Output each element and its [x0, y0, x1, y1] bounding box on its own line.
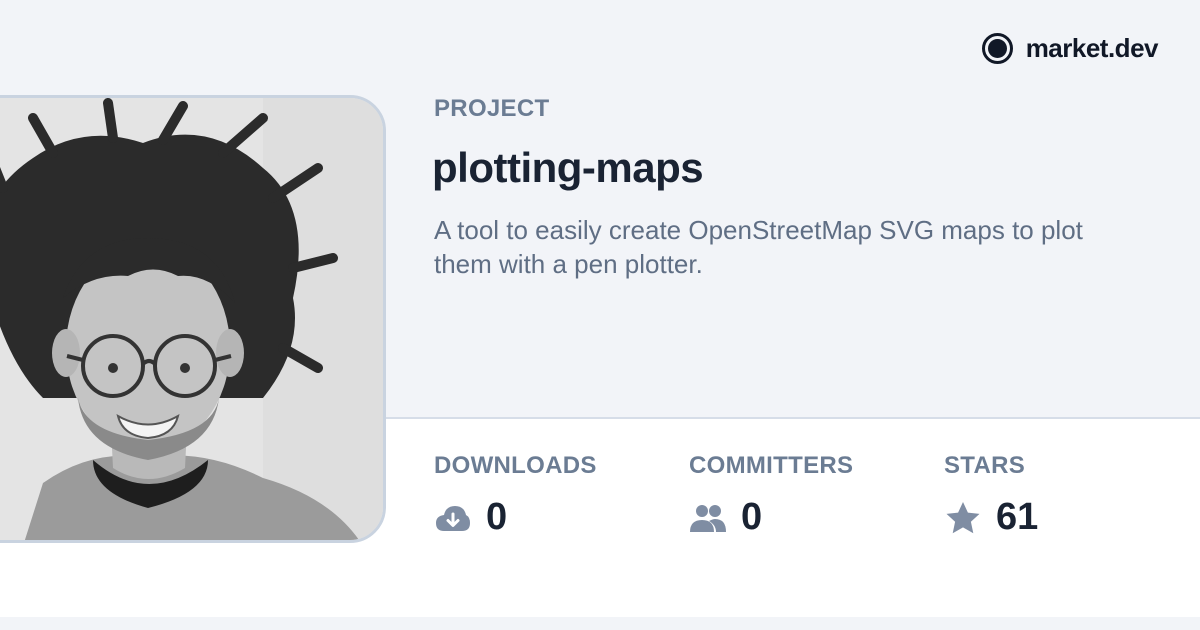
project-description: A tool to easily create OpenStreetMap SV…	[434, 215, 1083, 279]
stat-value: 0	[486, 496, 508, 538]
stat-stars: STARS 61	[944, 452, 1038, 539]
page-title: plotting-maps	[432, 144, 704, 191]
circle-logo-icon	[981, 33, 1013, 64]
stat-value: 61	[996, 496, 1039, 538]
section-label: PROJECT	[434, 95, 550, 122]
stat-label: COMMITTERS	[689, 452, 854, 479]
users-icon	[689, 499, 727, 537]
stat-label: DOWNLOADS	[434, 452, 597, 479]
avatar-photo	[0, 98, 383, 540]
cloud-download-icon	[434, 499, 472, 537]
star-icon	[944, 499, 982, 537]
stat-committers: COMMITTERS 0	[689, 452, 853, 539]
footer-strip	[0, 617, 1200, 630]
stat-label: STARS	[944, 452, 1026, 479]
avatar	[0, 95, 386, 543]
brand[interactable]: market.dev	[981, 33, 1159, 64]
stat-value: 0	[741, 496, 763, 538]
stat-downloads: DOWNLOADS 0	[434, 452, 597, 539]
brand-name: market.dev	[1025, 33, 1159, 63]
